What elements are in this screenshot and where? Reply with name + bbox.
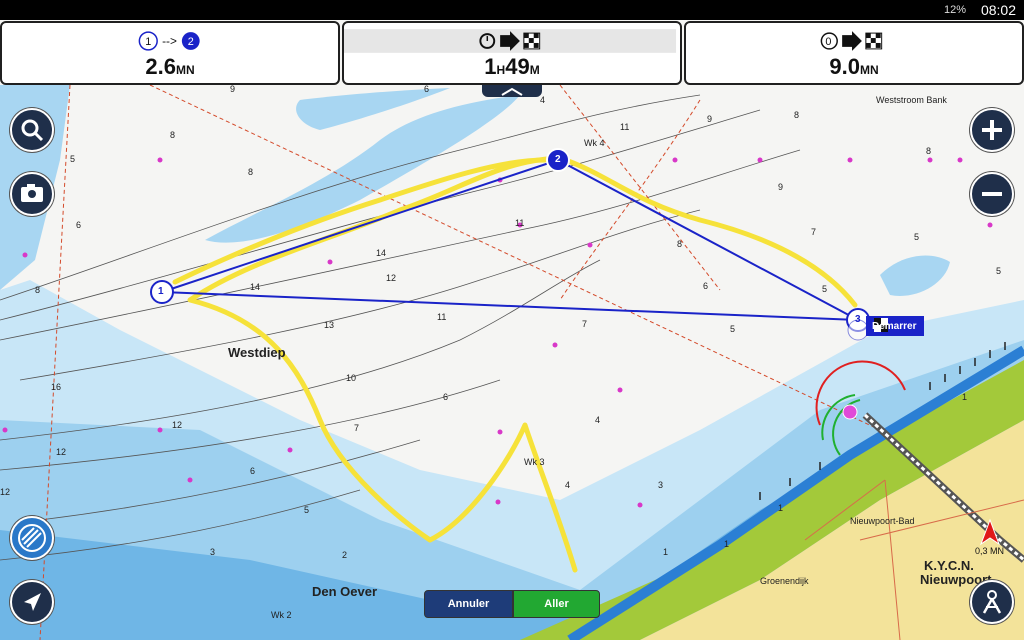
panel-time-to-finish[interactable]: 1H49M [342, 21, 682, 85]
label-westdiep: Westdiep [228, 345, 286, 360]
nautical-chart[interactable]: 588 68 14 141213 11710 6712 1265 234 348 … [0, 85, 1024, 640]
svg-text:6: 6 [76, 220, 81, 230]
svg-text:9: 9 [707, 114, 712, 124]
go-button[interactable]: Aller [513, 590, 600, 618]
svg-text:1: 1 [962, 392, 967, 402]
svg-text:7: 7 [354, 423, 359, 433]
svg-text:7: 7 [582, 319, 587, 329]
boat-speed: 0,3 MN [975, 546, 1005, 556]
svg-text:0: 0 [825, 36, 831, 48]
cancel-button[interactable]: Annuler [424, 590, 513, 618]
svg-text:12: 12 [56, 447, 66, 457]
svg-text:2: 2 [342, 550, 347, 560]
chart-layers-icon [18, 524, 46, 552]
buoy-label-wk4: Wk 4 [584, 138, 605, 148]
svg-text:11: 11 [620, 122, 629, 132]
svg-text:6: 6 [443, 392, 448, 402]
svg-text:13: 13 [324, 320, 334, 330]
autopilot-icon [982, 590, 1002, 614]
label-weststroom-bank: Weststroom Bank [876, 95, 947, 105]
svg-text:1: 1 [145, 36, 151, 48]
autopilot-button[interactable] [970, 580, 1014, 624]
panel-leg-distance[interactable]: 1 --> 2 2.6MN [0, 21, 340, 85]
chevron-up-icon [501, 87, 523, 96]
svg-text:14: 14 [376, 248, 386, 258]
svg-text:5: 5 [996, 266, 1001, 276]
svg-text:3: 3 [210, 547, 215, 557]
label-nieuwpoort-bad: Nieuwpoort-Bad [850, 516, 915, 526]
camera-button[interactable] [10, 172, 54, 216]
svg-text:8: 8 [926, 146, 931, 156]
svg-text:4: 4 [565, 480, 570, 490]
leg-distance-value: 2.6 [145, 54, 176, 79]
svg-text:6: 6 [250, 466, 255, 476]
svg-text:6: 6 [424, 85, 429, 94]
svg-text:8: 8 [677, 239, 682, 249]
label-kycn: K.Y.C.N. [924, 558, 974, 573]
waypoint-1-label: 1 [158, 286, 164, 297]
plus-icon [982, 120, 1002, 140]
route-0-finish-icon: 0 [820, 31, 883, 51]
zoom-in-button[interactable] [970, 108, 1014, 152]
chart-layers-button[interactable] [10, 516, 54, 560]
svg-text:5: 5 [304, 505, 309, 515]
navigation-arrow-icon [24, 593, 41, 611]
status-bar: 12% 08:02 [0, 0, 1024, 20]
svg-text:1: 1 [663, 547, 668, 557]
svg-text:12: 12 [386, 273, 396, 283]
svg-text:5: 5 [70, 154, 75, 164]
svg-text:12: 12 [172, 420, 182, 430]
svg-text:9: 9 [778, 182, 783, 192]
svg-text:5: 5 [822, 284, 827, 294]
search-icon [21, 119, 44, 142]
svg-text:4: 4 [595, 415, 600, 425]
svg-text:-->: --> [162, 34, 177, 48]
svg-text:8: 8 [170, 130, 175, 140]
svg-text:7: 7 [811, 227, 816, 237]
svg-text:9: 9 [230, 85, 235, 94]
route-distance-unit: MN [859, 63, 879, 77]
label-groenendijk: Groenendijk [760, 576, 809, 586]
svg-text:2: 2 [188, 36, 194, 48]
buoy-label-wk2: Wk 2 [271, 610, 292, 620]
panel-route-distance[interactable]: 0 9.0MN [684, 21, 1024, 85]
eta-minutes: 49 [505, 54, 530, 79]
buoy-label-wk3: Wk 3 [524, 457, 545, 467]
clock: 08:02 [980, 2, 1016, 18]
svg-text:5: 5 [914, 232, 919, 242]
destination-text: Démarrer [872, 321, 917, 332]
navigate-button[interactable] [10, 580, 54, 624]
svg-text:6: 6 [703, 281, 708, 291]
label-den-oever: Den Oever [312, 584, 378, 599]
zoom-out-button[interactable] [970, 172, 1014, 216]
minus-icon [982, 192, 1002, 196]
svg-text:10: 10 [346, 373, 356, 383]
battery-level: 12% [943, 4, 966, 16]
svg-text:8: 8 [35, 285, 40, 295]
svg-text:1: 1 [724, 539, 729, 549]
camera-icon [21, 184, 43, 202]
svg-text:1: 1 [778, 503, 783, 513]
leg-1-to-2-icon: 1 --> 2 [138, 31, 200, 51]
eta-hours: 1 [484, 54, 497, 79]
svg-text:8: 8 [248, 167, 253, 177]
search-button[interactable] [10, 108, 54, 152]
svg-text:11: 11 [515, 218, 524, 228]
svg-text:14: 14 [250, 282, 260, 292]
route-distance-value: 9.0 [829, 54, 860, 79]
svg-text:11: 11 [437, 312, 446, 322]
eta-finish-icon [344, 29, 677, 53]
waypoint-2-label: 2 [555, 154, 561, 165]
svg-text:5: 5 [730, 324, 735, 334]
svg-text:16: 16 [51, 382, 61, 392]
svg-text:3: 3 [658, 480, 663, 490]
waypoint-3-label: 3 [855, 314, 861, 325]
leg-distance-unit: MN [175, 63, 195, 77]
svg-text:12: 12 [0, 487, 10, 497]
collapse-handle[interactable] [482, 85, 542, 97]
svg-text:8: 8 [794, 110, 799, 120]
